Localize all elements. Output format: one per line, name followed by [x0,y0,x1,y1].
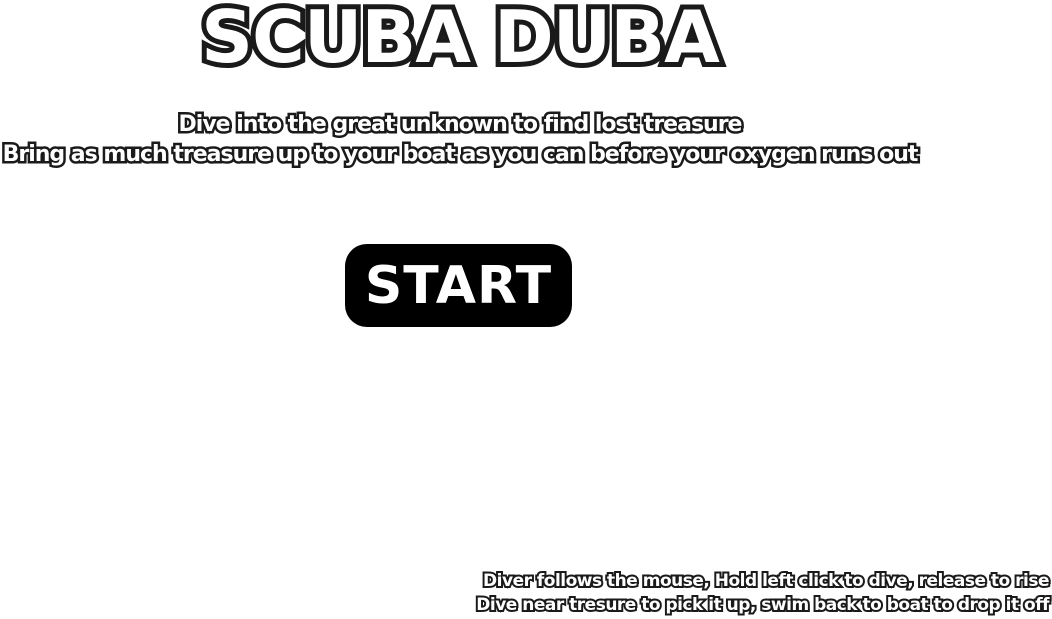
start-button[interactable]: START [345,244,572,327]
game-title: SCUBA DUBA [196,0,725,79]
start-button-label: START [364,255,553,316]
subtitle-line-1: Dive into the great unknown to find lost… [176,110,745,140]
instructions-line-1: Diver follows the mouse, Hold left click… [481,569,1051,593]
instructions-line-2: Dive near tresure to pick it up, swim ba… [474,593,1051,617]
subtitle-line-2: Bring as much treasure up to your boat a… [0,140,921,170]
